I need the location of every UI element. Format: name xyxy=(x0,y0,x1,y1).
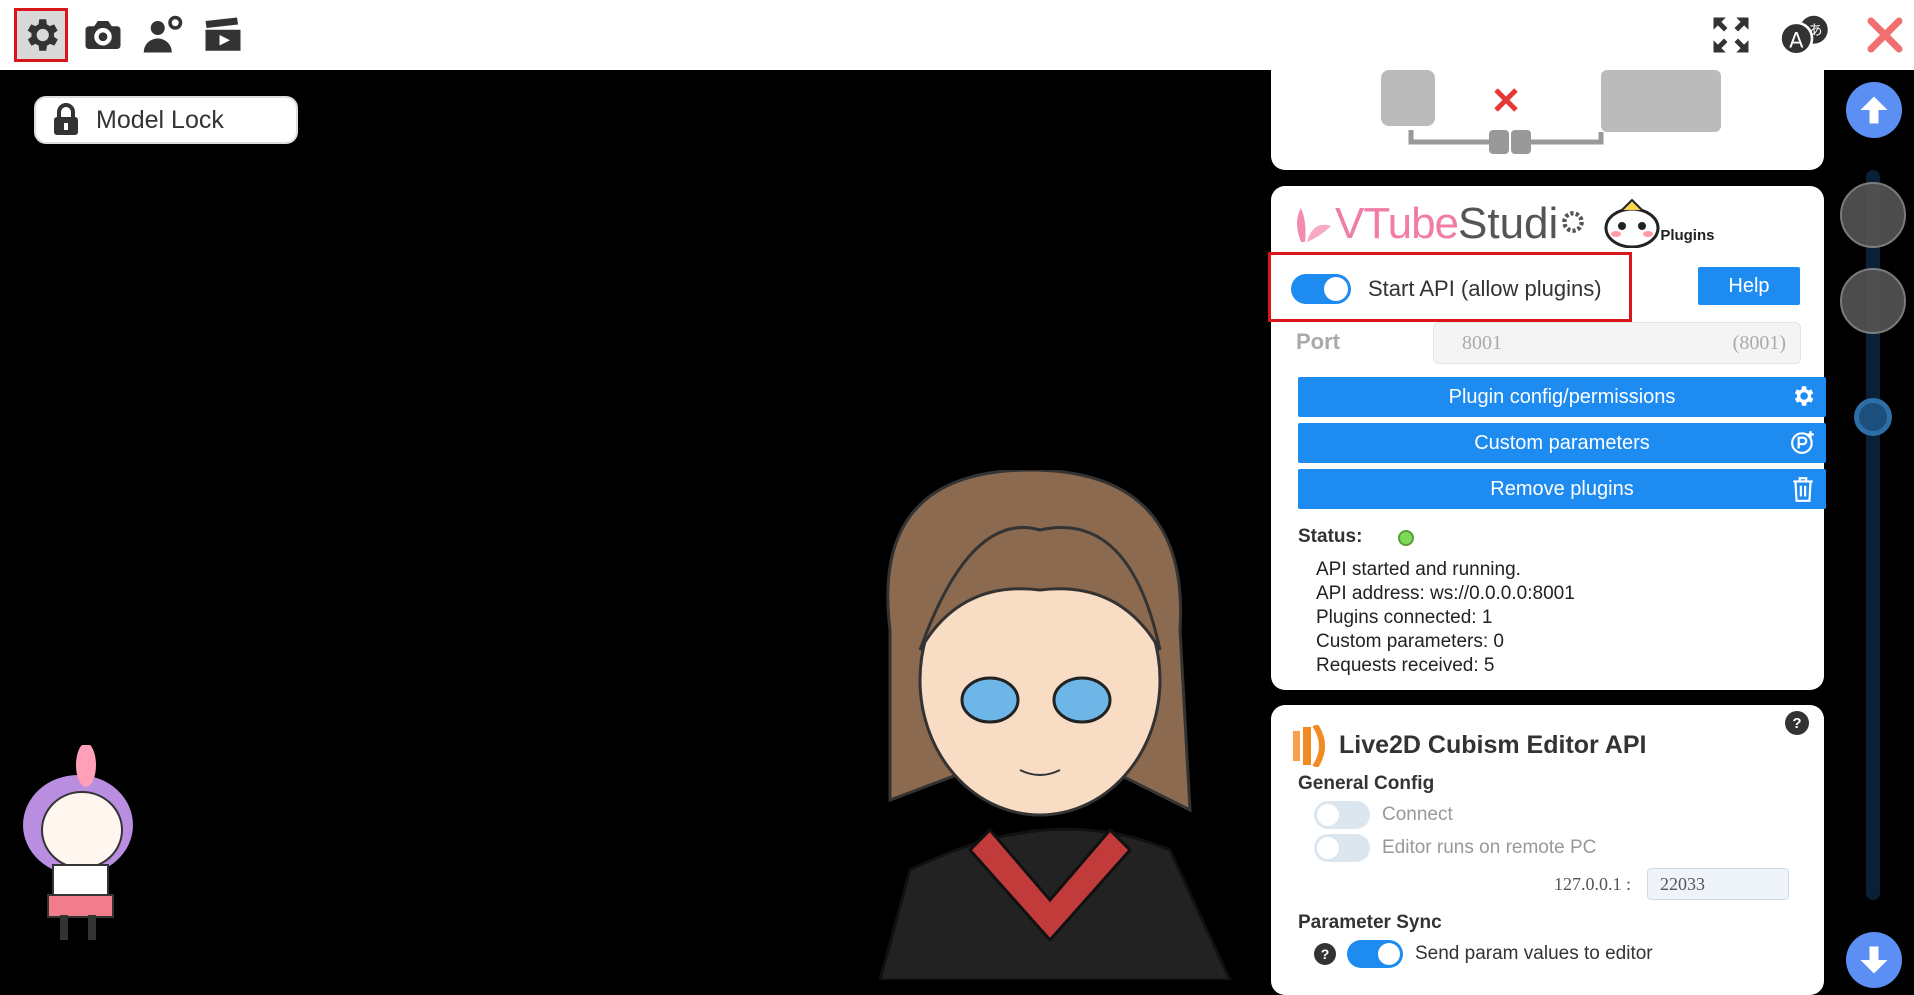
remote-pc-label: Editor runs on remote PC xyxy=(1382,837,1597,858)
parameter-plus-icon xyxy=(1790,429,1816,461)
status-line: Requests received: 5 xyxy=(1316,655,1495,676)
trash-icon xyxy=(1790,475,1816,509)
arrow-down-icon xyxy=(1860,946,1888,974)
editor-port-input[interactable]: 22033 xyxy=(1647,868,1789,900)
live2d-title: Live2D Cubism Editor API xyxy=(1339,731,1647,759)
status-label: Status: xyxy=(1298,526,1363,547)
close-button[interactable] xyxy=(1858,8,1912,62)
model-lock-label: Model Lock xyxy=(96,105,224,134)
camera-icon xyxy=(85,21,121,49)
scroll-up-button[interactable] xyxy=(1846,82,1902,138)
disconnected-plug-icon xyxy=(1381,70,1721,154)
zoom-slider-handle[interactable] xyxy=(1854,398,1892,436)
gear-icon xyxy=(27,19,58,51)
camera-button[interactable] xyxy=(76,8,130,62)
top-toolbar: Aあ xyxy=(0,0,1914,70)
sakura-logo-icon xyxy=(1291,202,1335,246)
vtube-studio-logo: VTube Studi Plugins xyxy=(1291,196,1714,252)
param-help-icon[interactable]: ? xyxy=(1314,943,1336,965)
custom-parameters-button[interactable]: Custom parameters xyxy=(1298,423,1826,463)
plugin-config-label: Plugin config/permissions xyxy=(1448,385,1676,408)
connect-label: Connect xyxy=(1382,804,1453,825)
svg-text:あ: あ xyxy=(1809,23,1823,39)
avatar-character xyxy=(878,470,1232,980)
lock-icon xyxy=(36,103,96,137)
sidebar-round-button-2[interactable] xyxy=(1840,268,1906,334)
remote-pc-toggle[interactable] xyxy=(1314,834,1370,862)
help-icon[interactable]: ? xyxy=(1785,711,1809,735)
connection-illustration-panel xyxy=(1271,70,1824,170)
chibi-mascot xyxy=(23,745,133,940)
plugin-config-button[interactable]: Plugin config/permissions xyxy=(1298,377,1826,417)
status-line: API address: ws://0.0.0.0:8001 xyxy=(1316,583,1575,604)
start-api-label: Start API (allow plugins) xyxy=(1368,276,1602,301)
plugins-label: Plugins xyxy=(1660,226,1715,244)
status-line: API started and running. xyxy=(1316,559,1521,580)
language-icon: Aあ xyxy=(1779,15,1828,56)
user-settings-icon xyxy=(143,15,183,53)
editor-port-value: 22033 xyxy=(1660,874,1705,894)
language-button[interactable]: Aあ xyxy=(1770,8,1840,62)
cat-mascot-icon xyxy=(1604,196,1660,252)
remove-plugins-button[interactable]: Remove plugins xyxy=(1298,469,1826,509)
clapperboard-button[interactable] xyxy=(196,8,250,62)
status-line: Custom parameters: 0 xyxy=(1316,631,1504,652)
logo-text-studio: Studi xyxy=(1458,199,1559,248)
remove-plugins-label: Remove plugins xyxy=(1490,477,1634,500)
clapperboard-icon xyxy=(205,17,241,51)
status-indicator xyxy=(1398,530,1414,546)
port-label: Port xyxy=(1296,329,1340,354)
close-icon xyxy=(1867,17,1903,53)
settings-gear-button[interactable] xyxy=(14,8,68,62)
ip-address-label: 127.0.0.1 : xyxy=(1554,874,1632,894)
custom-parameters-label: Custom parameters xyxy=(1474,431,1650,454)
model-lock-toggle[interactable]: Model Lock xyxy=(34,96,298,144)
svg-text:A: A xyxy=(1789,28,1804,52)
parameter-sync-label: Parameter Sync xyxy=(1298,912,1442,933)
logo-text-vtube: VTube xyxy=(1335,199,1459,248)
status-line: Plugins connected: 1 xyxy=(1316,607,1493,628)
port-value: 8001 xyxy=(1462,332,1502,354)
fullscreen-icon xyxy=(1713,17,1749,53)
logo-gear-icon xyxy=(1560,209,1586,239)
help-button[interactable]: Help xyxy=(1698,267,1800,305)
send-param-toggle[interactable] xyxy=(1347,940,1403,968)
fullscreen-button[interactable] xyxy=(1704,8,1758,62)
port-input[interactable]: 8001 (8001) xyxy=(1433,322,1801,364)
live2d-logo-icon xyxy=(1293,723,1327,771)
model-settings-button[interactable] xyxy=(136,8,190,62)
start-api-toggle[interactable] xyxy=(1291,274,1351,304)
general-config-label: General Config xyxy=(1298,773,1435,794)
port-default: (8001) xyxy=(1732,332,1786,354)
sidebar-round-button-1[interactable] xyxy=(1840,182,1906,248)
connect-toggle[interactable] xyxy=(1314,801,1370,829)
live2d-editor-api-panel: ? Live2D Cubism Editor API General Confi… xyxy=(1271,705,1824,995)
gear-icon xyxy=(1790,383,1816,415)
send-param-label: Send param values to editor xyxy=(1415,943,1653,964)
vtube-studio-api-panel: VTube Studi Plugins Start API (allow plu… xyxy=(1268,186,1826,690)
arrow-up-icon xyxy=(1860,96,1888,124)
